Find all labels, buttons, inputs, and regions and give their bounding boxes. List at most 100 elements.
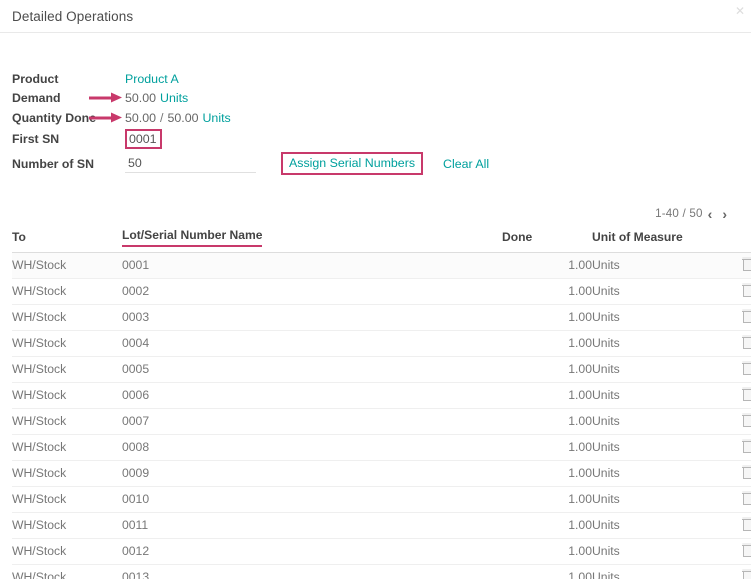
- table-row[interactable]: WH/Stock 0001 1.00 Units: [12, 252, 751, 279]
- cell-lot-serial[interactable]: 0009: [122, 460, 502, 487]
- cell-to[interactable]: WH/Stock: [12, 538, 122, 565]
- cell-to[interactable]: WH/Stock: [12, 252, 122, 279]
- cell-delete: [732, 408, 751, 435]
- cell-lot-serial[interactable]: 0004: [122, 330, 502, 357]
- table-row[interactable]: WH/Stock 0011 1.00 Units: [12, 512, 751, 539]
- cell-to[interactable]: WH/Stock: [12, 564, 122, 579]
- table-row[interactable]: WH/Stock 0003 1.00 Units: [12, 304, 751, 331]
- cell-lot-serial[interactable]: 0008: [122, 434, 502, 461]
- cell-uom[interactable]: Units: [592, 486, 732, 513]
- cell-done[interactable]: 1.00: [502, 486, 592, 513]
- cell-done[interactable]: 1.00: [502, 356, 592, 383]
- cell-to[interactable]: WH/Stock: [12, 512, 122, 539]
- number-of-sn-input[interactable]: [125, 154, 256, 173]
- cell-done[interactable]: 1.00: [502, 512, 592, 539]
- cell-uom[interactable]: Units: [592, 408, 732, 435]
- cell-to[interactable]: WH/Stock: [12, 382, 122, 409]
- cell-to[interactable]: WH/Stock: [12, 330, 122, 357]
- column-header-lot-serial-label: Lot/Serial Number Name: [122, 228, 263, 247]
- cell-to[interactable]: WH/Stock: [12, 486, 122, 513]
- cell-lot-serial[interactable]: 0011: [122, 512, 502, 539]
- trash-icon[interactable]: [741, 518, 751, 531]
- cell-done[interactable]: 1.00: [502, 278, 592, 305]
- cell-delete: [732, 356, 751, 383]
- cell-done[interactable]: 1.00: [502, 434, 592, 461]
- table-row[interactable]: WH/Stock 0007 1.00 Units: [12, 408, 751, 435]
- cell-to[interactable]: WH/Stock: [12, 304, 122, 331]
- cell-to[interactable]: WH/Stock: [12, 460, 122, 487]
- cell-to[interactable]: WH/Stock: [12, 434, 122, 461]
- form-row-product: Product Product A: [12, 69, 739, 89]
- table-row[interactable]: WH/Stock 0006 1.00 Units: [12, 382, 751, 409]
- cell-lot-serial[interactable]: 0001: [122, 252, 502, 279]
- cell-uom[interactable]: Units: [592, 564, 732, 579]
- cell-to[interactable]: WH/Stock: [12, 408, 122, 435]
- table-row[interactable]: WH/Stock 0005 1.00 Units: [12, 356, 751, 383]
- quantity-done-value[interactable]: 50.00: [125, 111, 156, 125]
- trash-icon[interactable]: [741, 362, 751, 375]
- assign-serial-numbers-button[interactable]: Assign Serial Numbers: [281, 151, 424, 176]
- cell-uom[interactable]: Units: [592, 512, 732, 539]
- cell-uom[interactable]: Units: [592, 252, 732, 279]
- table-row[interactable]: WH/Stock 0009 1.00 Units: [12, 460, 751, 487]
- demand-unit: Units: [160, 91, 189, 106]
- trash-icon[interactable]: [741, 466, 751, 479]
- cell-uom[interactable]: Units: [592, 278, 732, 305]
- cell-uom[interactable]: Units: [592, 434, 732, 461]
- table-row[interactable]: WH/Stock 0012 1.00 Units: [12, 538, 751, 565]
- table-header: To Lot/Serial Number Name Done Unit of M…: [12, 227, 751, 253]
- cell-lot-serial[interactable]: 0003: [122, 304, 502, 331]
- table-row[interactable]: WH/Stock 0004 1.00 Units: [12, 330, 751, 357]
- cell-uom[interactable]: Units: [592, 538, 732, 565]
- trash-icon[interactable]: [741, 388, 751, 401]
- cell-uom[interactable]: Units: [592, 382, 732, 409]
- column-header-to[interactable]: To: [12, 227, 122, 253]
- cell-to[interactable]: WH/Stock: [12, 356, 122, 383]
- cell-to[interactable]: WH/Stock: [12, 278, 122, 305]
- cell-lot-serial[interactable]: 0013: [122, 564, 502, 579]
- column-header-uom[interactable]: Unit of Measure: [592, 227, 732, 253]
- cell-lot-serial[interactable]: 0002: [122, 278, 502, 305]
- cell-uom[interactable]: Units: [592, 356, 732, 383]
- trash-icon[interactable]: [741, 258, 751, 271]
- cell-done[interactable]: 1.00: [502, 538, 592, 565]
- cell-done[interactable]: 1.00: [502, 330, 592, 357]
- cell-done[interactable]: 1.00: [502, 252, 592, 279]
- cell-uom[interactable]: Units: [592, 460, 732, 487]
- trash-icon[interactable]: [741, 336, 751, 349]
- trash-icon[interactable]: [741, 570, 751, 579]
- trash-icon[interactable]: [741, 414, 751, 427]
- cell-uom[interactable]: Units: [592, 304, 732, 331]
- cell-uom[interactable]: Units: [592, 330, 732, 357]
- cell-done[interactable]: 1.00: [502, 460, 592, 487]
- table-row[interactable]: WH/Stock 0008 1.00 Units: [12, 434, 751, 461]
- cell-lot-serial[interactable]: 0006: [122, 382, 502, 409]
- trash-icon[interactable]: [741, 284, 751, 297]
- table-row[interactable]: WH/Stock 0013 1.00 Units: [12, 564, 751, 579]
- cell-done[interactable]: 1.00: [502, 408, 592, 435]
- cell-lot-serial[interactable]: 0005: [122, 356, 502, 383]
- trash-icon[interactable]: [741, 544, 751, 557]
- chevron-right-icon[interactable]: ›: [717, 206, 732, 222]
- cell-lot-serial[interactable]: 0012: [122, 538, 502, 565]
- column-header-lot-serial[interactable]: Lot/Serial Number Name: [122, 227, 502, 253]
- cell-done[interactable]: 1.00: [502, 564, 592, 579]
- chevron-left-icon[interactable]: ‹: [703, 206, 718, 222]
- cell-delete: [732, 330, 751, 357]
- column-header-done[interactable]: Done: [502, 227, 592, 253]
- product-value-link[interactable]: Product A: [125, 72, 179, 86]
- trash-icon[interactable]: [741, 440, 751, 453]
- cell-lot-serial[interactable]: 0007: [122, 408, 502, 435]
- trash-icon[interactable]: [741, 492, 751, 505]
- pager-range: 1-40 / 50: [655, 207, 703, 220]
- cell-done[interactable]: 1.00: [502, 382, 592, 409]
- trash-icon[interactable]: [741, 310, 751, 323]
- clear-all-button[interactable]: Clear All: [443, 157, 489, 171]
- table-row[interactable]: WH/Stock 0002 1.00 Units: [12, 278, 751, 305]
- close-icon[interactable]: ✕: [733, 4, 747, 17]
- first-sn-input[interactable]: [127, 130, 160, 147]
- cell-done[interactable]: 1.00: [502, 304, 592, 331]
- cell-lot-serial[interactable]: 0010: [122, 486, 502, 513]
- table-row[interactable]: WH/Stock 0010 1.00 Units: [12, 486, 751, 513]
- cell-delete: [732, 538, 751, 565]
